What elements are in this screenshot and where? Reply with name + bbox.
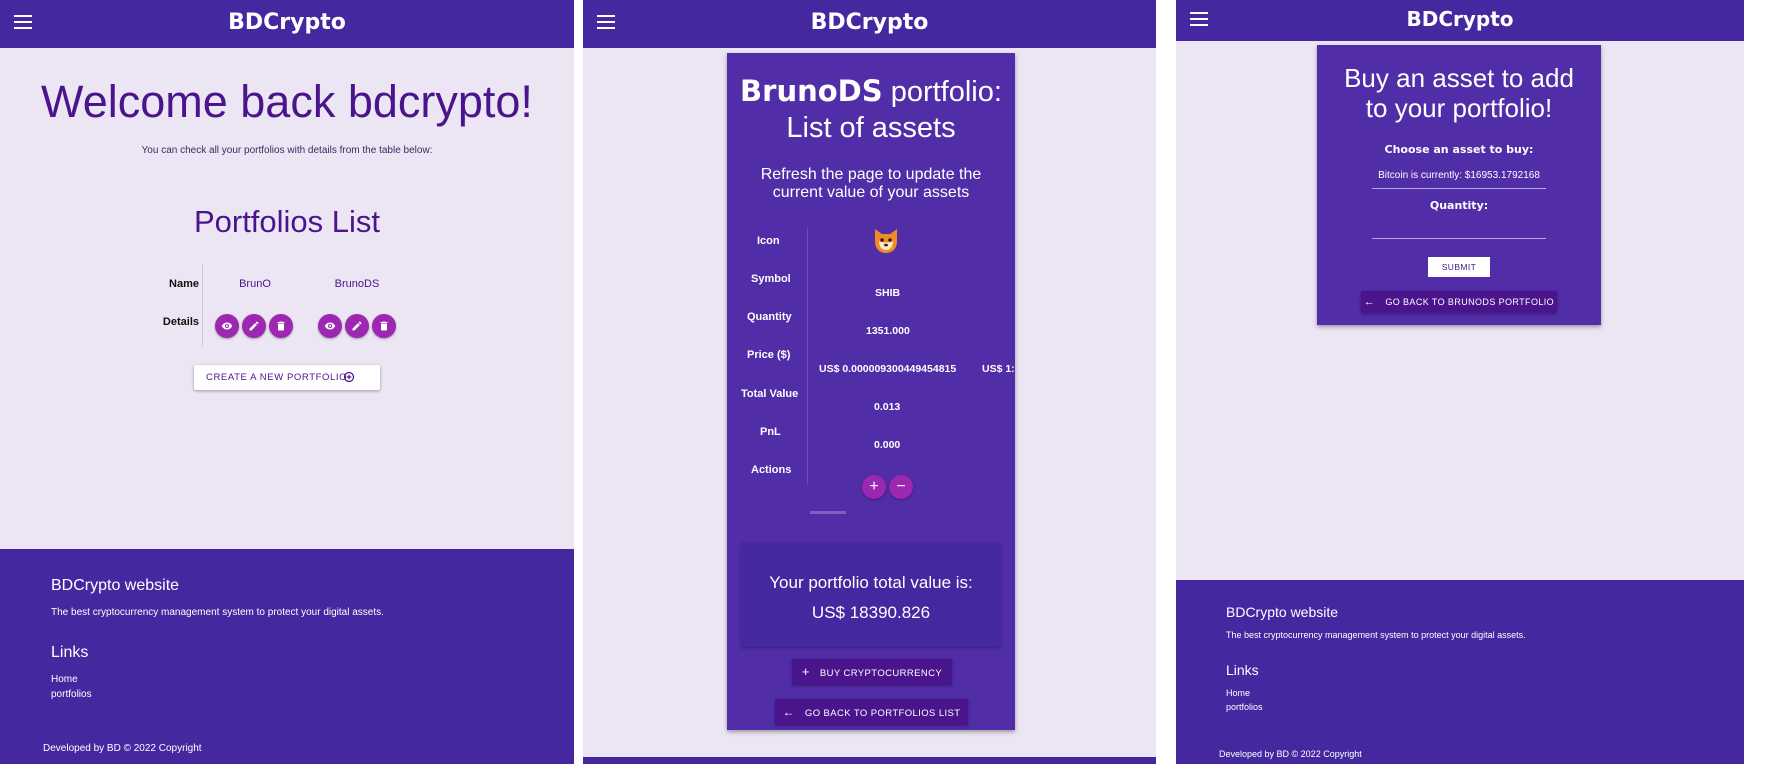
create-portfolio-label: CREATE A NEW PORTFOLIO <box>206 372 348 383</box>
footer-copyright: Developed by BD © 2022 Copyright <box>1219 749 1362 759</box>
eye-icon <box>324 322 336 330</box>
footer-links-heading: Links <box>51 644 89 661</box>
shib-coin-icon <box>871 225 901 255</box>
footer: BDCrypto website The best cryptocurrency… <box>0 549 574 764</box>
details-label: Details <box>162 316 199 328</box>
app-title: BDCrypto <box>810 10 929 35</box>
view-portfolio-button[interactable] <box>215 314 239 338</box>
add-circle-icon <box>343 371 355 383</box>
footer-links-heading: Links <box>1226 662 1259 678</box>
portfolio-title-rest: portfolio: <box>890 76 1002 108</box>
back-to-portfolio-button[interactable]: ← GO BACK TO BRUNODS PORTFOLIO <box>1361 291 1557 313</box>
quantity-label: Quantity: <box>1429 199 1489 212</box>
buy-cryptocurrency-button[interactable]: + BUY CRYPTOCURRENCY <box>792 659 952 685</box>
pencil-icon <box>352 321 362 331</box>
buy-cryptocurrency-label: BUY CRYPTOCURRENCY <box>819 668 943 679</box>
add-asset-quantity-button[interactable]: + <box>862 475 886 499</box>
portfolio-title: BrunoDS portfolio: List of assets <box>727 73 1015 146</box>
table-divider <box>202 264 203 346</box>
back-to-list-button[interactable]: ← GO BACK TO PORTFOLIOS LIST <box>775 699 968 725</box>
name-label: Name <box>169 278 199 290</box>
delete-portfolio-button[interactable] <box>269 314 293 338</box>
delete-portfolio-button[interactable] <box>372 314 396 338</box>
label-quantity: Quantity <box>747 311 792 323</box>
asset-pnl: 0.000 <box>874 439 901 451</box>
view-portfolio-button[interactable] <box>318 314 342 338</box>
asset-select-value: Bitcoin is currently: $16953.1792168 <box>1378 170 1540 181</box>
label-total-value: Total Value <box>741 388 799 400</box>
footer-copyright: Developed by BD © 2022 Copyright <box>43 743 202 754</box>
app-bar: BDCrypto <box>0 0 574 48</box>
create-portfolio-button[interactable]: CREATE A NEW PORTFOLIO <box>194 365 380 390</box>
portfolio-name: BrunoDS <box>740 74 883 108</box>
footer <box>583 757 1156 764</box>
arrow-left-icon: ← <box>1363 296 1376 308</box>
footer-heading: BDCrypto website <box>1226 604 1339 620</box>
total-value-amount: US$ 18390.826 <box>811 603 931 622</box>
buy-card: Buy an asset to add to your portfolio! C… <box>1317 45 1601 325</box>
asset-select[interactable]: Bitcoin is currently: $16953.1792168 <box>1372 169 1546 189</box>
quantity-input[interactable] <box>1372 217 1546 239</box>
portfolio-name-1: BrunO <box>239 278 271 290</box>
assets-table: Icon Symbol Quantity Price ($) Total Val… <box>727 225 1015 570</box>
asset-price: US$ 0.000009300449454815 <box>819 363 957 375</box>
label-pnl: PnL <box>760 426 781 438</box>
remove-asset-quantity-button[interactable]: − <box>889 475 913 499</box>
home-page: BDCrypto Welcome back bdcrypto! You can … <box>0 0 574 764</box>
portfolios-list-title: Portfolios List <box>193 204 381 239</box>
portfolio-name-2: BrunoDS <box>334 278 380 290</box>
welcome-subtitle: You can check all your portfolios with d… <box>141 145 433 156</box>
app-bar: BDCrypto <box>583 0 1156 48</box>
footer-link-home[interactable]: Home <box>51 674 78 685</box>
edit-portfolio-button[interactable] <box>345 314 369 338</box>
trash-icon <box>277 321 285 331</box>
buy-asset-page: BDCrypto Buy an asset to add to your por… <box>1176 0 1744 764</box>
footer-link-portfolios[interactable]: portfolios <box>51 689 92 700</box>
portfolios-table: Name Details BrunO BrunoDS <box>150 262 420 346</box>
horizontal-scrollbar[interactable] <box>810 511 846 514</box>
back-to-list-label: GO BACK TO PORTFOLIOS LIST <box>804 708 961 719</box>
plus-icon: + <box>801 664 810 679</box>
table-divider <box>807 227 808 485</box>
asset-quantity: 1351.000 <box>866 325 910 337</box>
refresh-note: Refresh the page to update the current v… <box>760 166 982 201</box>
footer-tagline: The best cryptocurrency management syste… <box>1226 630 1526 640</box>
app-title: BDCrypto <box>228 10 346 35</box>
pencil-icon <box>249 321 259 331</box>
label-icon: Icon <box>757 235 780 247</box>
eye-icon <box>221 322 233 330</box>
choose-asset-label: Choose an asset to buy: <box>1384 143 1534 156</box>
buy-title: Buy an asset to add to your portfolio! <box>1344 63 1574 123</box>
portfolio-title-line2: List of assets <box>786 112 956 144</box>
label-symbol: Symbol <box>751 273 791 285</box>
back-to-portfolio-label: GO BACK TO BRUNODS PORTFOLIO <box>1385 297 1555 307</box>
arrow-left-icon: ← <box>782 705 795 719</box>
asset-symbol: SHIB <box>875 287 901 299</box>
edit-portfolio-button[interactable] <box>242 314 266 338</box>
app-bar: BDCrypto <box>1176 0 1744 41</box>
footer-link-home[interactable]: Home <box>1226 688 1250 698</box>
label-price: Price ($) <box>747 349 791 361</box>
welcome-heading: Welcome back bdcrypto! <box>41 76 533 127</box>
trash-icon <box>380 321 388 331</box>
app-title: BDCrypto <box>1406 7 1514 31</box>
submit-button[interactable]: SUBMIT <box>1428 257 1490 277</box>
asset-total-value: 0.013 <box>874 401 901 413</box>
asset-price-next: US$ 1: <box>982 363 1015 375</box>
portfolio-card: BrunoDS portfolio: List of assets Refres… <box>727 53 1015 730</box>
portfolio-page: BDCrypto BrunoDS portfolio: List of asse… <box>583 0 1156 764</box>
footer-tagline: The best cryptocurrency management syste… <box>51 607 384 618</box>
total-value-box: Your portfolio total value is: US$ 18390… <box>741 543 1001 647</box>
label-actions: Actions <box>751 464 792 476</box>
footer-link-portfolios[interactable]: portfolios <box>1226 702 1263 712</box>
footer-heading: BDCrypto website <box>51 577 180 594</box>
footer: BDCrypto website The best cryptocurrency… <box>1176 580 1744 764</box>
total-value-label: Your portfolio total value is: <box>769 573 973 592</box>
